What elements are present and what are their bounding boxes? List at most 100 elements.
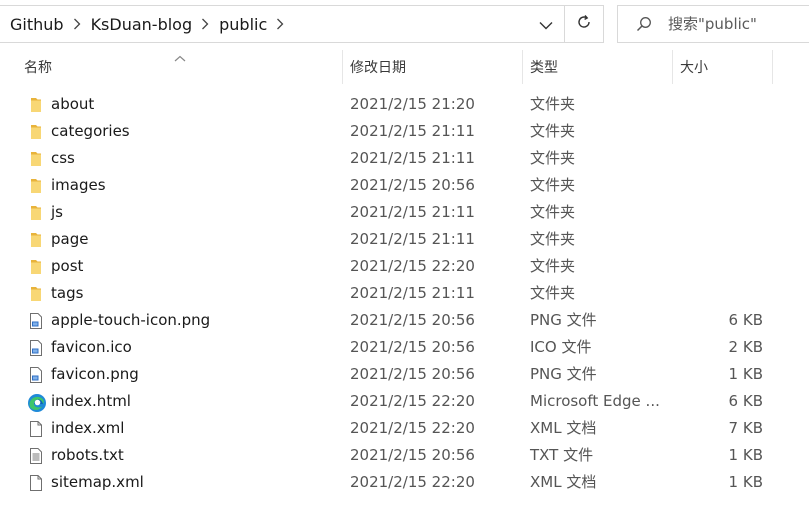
file-modified-date: 2021/2/15 20:56	[350, 446, 475, 464]
file-modified-date: 2021/2/15 20:56	[350, 365, 475, 383]
file-type: ICO 文件	[530, 338, 592, 356]
folder-icon	[27, 231, 45, 249]
file-name: images	[51, 176, 106, 194]
blank-file-icon	[27, 420, 45, 438]
chevron-down-icon	[539, 15, 553, 34]
edge-icon	[27, 393, 46, 412]
column-divider[interactable]	[342, 50, 343, 84]
file-modified-date: 2021/2/15 20:56	[350, 338, 475, 356]
column-header-date[interactable]: 修改日期	[350, 50, 522, 84]
file-type: 文件夹	[530, 176, 576, 194]
file-type: XML 文档	[530, 419, 597, 437]
file-type: 文件夹	[530, 95, 576, 113]
folder-icon	[27, 285, 45, 303]
file-name: apple-touch-icon.png	[51, 311, 211, 329]
image-file-icon	[27, 366, 45, 384]
column-divider[interactable]	[672, 50, 673, 84]
file-row[interactable]: about 2021/2/15 21:20 文件夹	[0, 91, 809, 118]
file-row[interactable]: images 2021/2/15 20:56 文件夹	[0, 172, 809, 199]
address-bar[interactable]: Github KsDuan-blog public	[0, 5, 604, 43]
breadcrumb-item-github[interactable]: Github	[0, 15, 64, 34]
file-row[interactable]: css 2021/2/15 21:11 文件夹	[0, 145, 809, 172]
column-header-bar: 名称 修改日期 类型 大小	[0, 50, 809, 84]
folder-icon	[27, 96, 45, 114]
file-type: 文件夹	[530, 257, 576, 275]
file-size: 6 KB	[728, 311, 763, 329]
search-box[interactable]	[617, 5, 809, 43]
file-name: robots.txt	[51, 446, 124, 464]
file-type: 文件夹	[530, 284, 576, 302]
history-dropdown-button[interactable]	[528, 6, 564, 42]
file-modified-date: 2021/2/15 20:56	[350, 176, 475, 194]
blank-file-icon	[27, 474, 45, 492]
column-divider[interactable]	[772, 50, 773, 84]
file-name: css	[51, 149, 75, 167]
breadcrumb: Github KsDuan-blog public	[0, 6, 528, 42]
file-row[interactable]: index.xml 2021/2/15 22:20 XML 文档 7 KB	[0, 415, 809, 442]
file-name: page	[51, 230, 89, 248]
breadcrumb-chevron-icon[interactable]	[64, 18, 81, 30]
file-row[interactable]: categories 2021/2/15 21:11 文件夹	[0, 118, 809, 145]
file-modified-date: 2021/2/15 21:11	[350, 203, 475, 221]
file-row[interactable]: js 2021/2/15 21:11 文件夹	[0, 199, 809, 226]
file-size: 6 KB	[728, 392, 763, 410]
file-name: categories	[51, 122, 130, 140]
folder-icon	[27, 150, 45, 168]
file-row[interactable]: robots.txt 2021/2/15 20:56 TXT 文件 1 KB	[0, 442, 809, 469]
file-row[interactable]: post 2021/2/15 22:20 文件夹	[0, 253, 809, 280]
file-type: 文件夹	[530, 203, 576, 221]
file-modified-date: 2021/2/15 21:11	[350, 284, 475, 302]
file-type: XML 文档	[530, 473, 597, 491]
file-name: favicon.ico	[51, 338, 132, 356]
file-modified-date: 2021/2/15 22:20	[350, 473, 475, 491]
file-modified-date: 2021/2/15 21:20	[350, 95, 475, 113]
file-type: 文件夹	[530, 122, 576, 140]
refresh-icon	[576, 14, 592, 34]
file-row[interactable]: tags 2021/2/15 21:11 文件夹	[0, 280, 809, 307]
file-name: favicon.png	[51, 365, 139, 383]
folder-icon	[27, 204, 45, 222]
file-type: TXT 文件	[530, 446, 594, 464]
file-name: index.html	[51, 392, 131, 410]
search-icon	[636, 16, 658, 32]
text-file-icon	[27, 447, 45, 465]
search-input[interactable]	[666, 14, 809, 34]
breadcrumb-item-ksduan-blog[interactable]: KsDuan-blog	[81, 15, 193, 34]
column-header-size[interactable]: 大小	[680, 50, 772, 84]
file-modified-date: 2021/2/15 22:20	[350, 392, 475, 410]
file-size: 1 KB	[728, 473, 763, 491]
file-modified-date: 2021/2/15 21:11	[350, 230, 475, 248]
file-modified-date: 2021/2/15 22:20	[350, 419, 475, 437]
folder-icon	[27, 258, 45, 276]
file-type: Microsoft Edge ...	[530, 392, 660, 410]
column-divider[interactable]	[522, 50, 523, 84]
breadcrumb-item-public[interactable]: public	[209, 15, 267, 34]
file-row[interactable]: sitemap.xml 2021/2/15 22:20 XML 文档 1 KB	[0, 469, 809, 496]
breadcrumb-chevron-icon[interactable]	[267, 18, 284, 30]
column-header-name[interactable]: 名称	[24, 50, 342, 84]
file-size: 1 KB	[728, 446, 763, 464]
image-file-icon	[27, 339, 45, 357]
file-row[interactable]: apple-touch-icon.png 2021/2/15 20:56 PNG 文…	[0, 307, 809, 334]
file-modified-date: 2021/2/15 20:56	[350, 311, 475, 329]
file-name: index.xml	[51, 419, 125, 437]
file-row[interactable]: index.html 2021/2/15 22:20 Microsoft Edge …	[0, 388, 809, 415]
file-size: 2 KB	[728, 338, 763, 356]
file-size: 1 KB	[728, 365, 763, 383]
file-name: sitemap.xml	[51, 473, 144, 491]
file-list: about 2021/2/15 21:20 文件夹 categories 2021/2/…	[0, 91, 809, 496]
file-row[interactable]: favicon.png 2021/2/15 20:56 PNG 文件 1 KB	[0, 361, 809, 388]
file-modified-date: 2021/2/15 21:11	[350, 149, 475, 167]
file-size: 7 KB	[728, 419, 763, 437]
file-type: 文件夹	[530, 149, 576, 167]
breadcrumb-chevron-icon[interactable]	[192, 18, 209, 30]
column-header-type[interactable]: 类型	[530, 50, 672, 84]
refresh-button[interactable]	[564, 6, 603, 42]
file-modified-date: 2021/2/15 21:11	[350, 122, 475, 140]
file-row[interactable]: favicon.ico 2021/2/15 20:56 ICO 文件 2 KB	[0, 334, 809, 361]
file-type: PNG 文件	[530, 311, 597, 329]
file-name: tags	[51, 284, 84, 302]
file-modified-date: 2021/2/15 22:20	[350, 257, 475, 275]
file-name: about	[51, 95, 95, 113]
file-row[interactable]: page 2021/2/15 21:11 文件夹	[0, 226, 809, 253]
